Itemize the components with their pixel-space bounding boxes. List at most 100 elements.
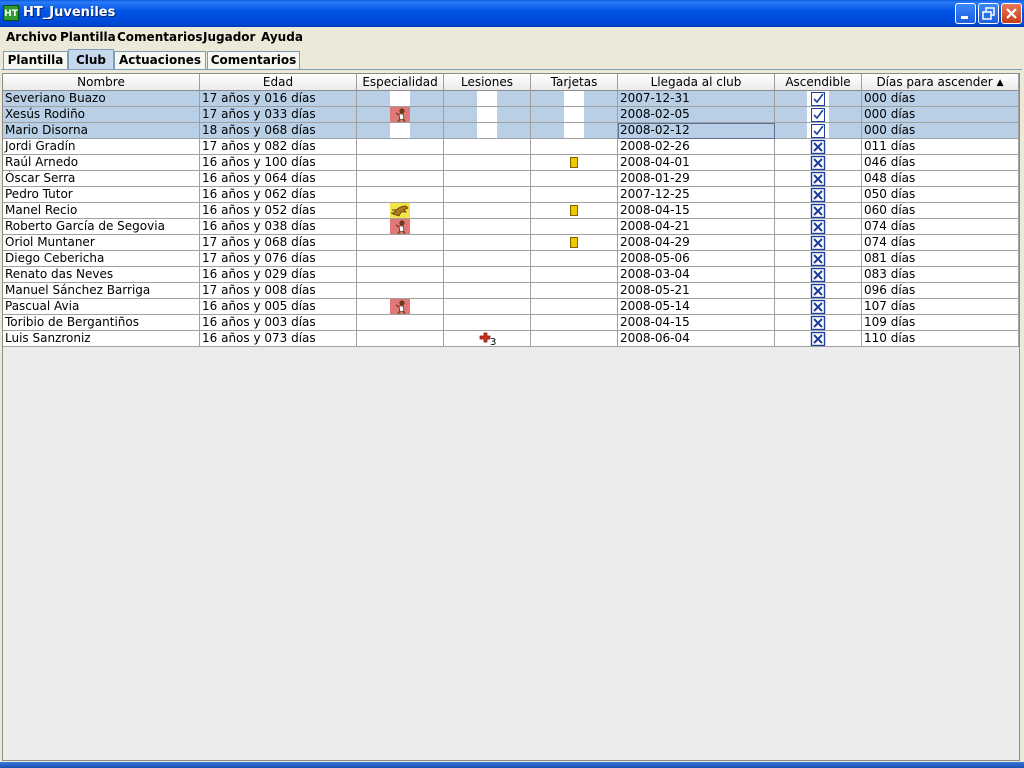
tab-plantilla[interactable]: Plantilla [3,51,68,69]
table-row[interactable]: Renato das Neves 16 años y 029 días 2008-0… [3,267,1019,283]
cell-especialidad[interactable] [357,331,444,347]
cell-lesion[interactable] [444,187,531,203]
cell-ascendible[interactable] [775,315,862,331]
cell-dias[interactable]: 011 días [862,139,1019,155]
table-row[interactable]: Severiano Buazo 17 años y 016 días 2007-12… [3,91,1019,107]
table-row[interactable]: Oriol Muntaner 17 años y 068 días 2008-04-… [3,235,1019,251]
cell-especialidad[interactable] [357,219,444,235]
cell-dias[interactable]: 083 días [862,267,1019,283]
table-row[interactable]: Jordi Gradín 17 años y 082 días 2008-02-26… [3,139,1019,155]
cell-dias[interactable]: 107 días [862,299,1019,315]
cell-tarjeta[interactable] [531,219,618,235]
cell-lesion[interactable] [444,251,531,267]
cell-dias[interactable]: 000 días [862,123,1019,139]
cell-llegada[interactable]: 2007-12-25 [618,187,775,203]
table-row[interactable]: Óscar Serra 16 años y 064 días 2008-01-29 0… [3,171,1019,187]
cell-lesion[interactable] [444,171,531,187]
cell-tarjeta[interactable] [531,123,618,139]
cell-lesion[interactable] [444,283,531,299]
cell-edad[interactable]: 16 años y 073 días [200,331,357,347]
cell-tarjeta[interactable] [531,283,618,299]
cell-edad[interactable]: 17 años y 033 días [200,107,357,123]
cell-nombre[interactable]: Pascual Avia [3,299,200,315]
tab-club[interactable]: Club [68,49,114,70]
cell-lesion[interactable] [444,299,531,315]
cell-edad[interactable]: 17 años y 068 días [200,235,357,251]
cell-dias[interactable]: 081 días [862,251,1019,267]
cell-nombre[interactable]: Roberto García de Segovia [3,219,200,235]
cell-especialidad[interactable] [357,267,444,283]
cell-especialidad[interactable] [357,315,444,331]
cell-edad[interactable]: 16 años y 100 días [200,155,357,171]
cell-nombre[interactable]: Jordi Gradín [3,139,200,155]
menu-plantilla[interactable]: Plantilla [60,30,116,44]
cell-nombre[interactable]: Mario Disorna [3,123,200,139]
cell-ascendible[interactable] [775,331,862,347]
cell-especialidad[interactable] [357,155,444,171]
col-header-ascendible[interactable]: Ascendible [775,74,862,91]
cell-nombre[interactable]: Xesús Rodiño [3,107,200,123]
col-header-especialidad[interactable]: Especialidad [357,74,444,91]
cell-ascendible[interactable] [775,107,862,123]
cell-lesion[interactable] [444,107,531,123]
cell-tarjeta[interactable] [531,315,618,331]
cell-llegada[interactable]: 2008-04-15 [618,315,775,331]
cell-llegada[interactable]: 2008-04-21 [618,219,775,235]
cell-ascendible[interactable] [775,187,862,203]
cell-llegada[interactable]: 2008-05-14 [618,299,775,315]
cell-ascendible[interactable] [775,299,862,315]
cell-ascendible[interactable] [775,171,862,187]
cell-lesion[interactable] [444,139,531,155]
cell-llegada[interactable]: 2008-04-15 [618,203,775,219]
close-button[interactable] [1001,3,1022,24]
cell-edad[interactable]: 17 años y 082 días [200,139,357,155]
cell-edad[interactable]: 16 años y 029 días [200,267,357,283]
cell-especialidad[interactable] [357,171,444,187]
cell-nombre[interactable]: Diego Cebericha [3,251,200,267]
cell-edad[interactable]: 16 años y 038 días [200,219,357,235]
cell-llegada[interactable]: 2008-06-04 [618,331,775,347]
col-header-dias[interactable]: Días para ascender ▲ [862,74,1019,91]
cell-llegada[interactable]: 2008-05-06 [618,251,775,267]
cell-nombre[interactable]: Renato das Neves [3,267,200,283]
table-row[interactable]: Xesús Rodiño 17 años y 033 días 2008-02-05… [3,107,1019,123]
cell-lesion[interactable] [444,235,531,251]
cell-lesion[interactable] [444,155,531,171]
minimize-button[interactable] [955,3,976,24]
cell-especialidad[interactable] [357,139,444,155]
cell-lesion[interactable] [444,123,531,139]
cell-edad[interactable]: 18 años y 068 días [200,123,357,139]
cell-dias[interactable]: 096 días [862,283,1019,299]
cell-tarjeta[interactable] [531,107,618,123]
cell-especialidad[interactable] [357,283,444,299]
table-row[interactable]: Toribio de Bergantiños 16 años y 003 días… [3,315,1019,331]
cell-dias[interactable]: 074 días [862,235,1019,251]
cell-tarjeta[interactable] [531,171,618,187]
cell-nombre[interactable]: Manel Recio [3,203,200,219]
cell-llegada[interactable]: 2008-02-26 [618,139,775,155]
tab-actuaciones[interactable]: Actuaciones [114,51,206,69]
cell-especialidad[interactable] [357,203,444,219]
cell-llegada[interactable]: 2008-05-21 [618,283,775,299]
players-table[interactable]: Nombre Edad Especialidad Lesiones Tarjet… [2,73,1020,761]
menu-jugador[interactable]: Jugador [203,30,255,44]
cell-tarjeta[interactable] [531,155,618,171]
col-header-edad[interactable]: Edad [200,74,357,91]
table-row[interactable]: Raúl Arnedo 16 años y 100 días 2008-04-01 0… [3,155,1019,171]
cell-nombre[interactable]: Pedro Tutor [3,187,200,203]
cell-llegada[interactable]: 2008-04-01 [618,155,775,171]
cell-tarjeta[interactable] [531,203,618,219]
cell-ascendible[interactable] [775,91,862,107]
cell-lesion[interactable] [444,315,531,331]
cell-nombre[interactable]: Manuel Sánchez Barriga [3,283,200,299]
cell-nombre[interactable]: Óscar Serra [3,171,200,187]
table-row[interactable]: Pedro Tutor 16 años y 062 días 2007-12-25 0… [3,187,1019,203]
cell-ascendible[interactable] [775,219,862,235]
col-header-tarjetas[interactable]: Tarjetas [531,74,618,91]
cell-lesion[interactable] [444,91,531,107]
cell-ascendible[interactable] [775,155,862,171]
cell-tarjeta[interactable] [531,267,618,283]
cell-especialidad[interactable] [357,299,444,315]
table-row[interactable]: Manel Recio 16 años y 052 días 2008-04-15 0… [3,203,1019,219]
cell-tarjeta[interactable] [531,299,618,315]
